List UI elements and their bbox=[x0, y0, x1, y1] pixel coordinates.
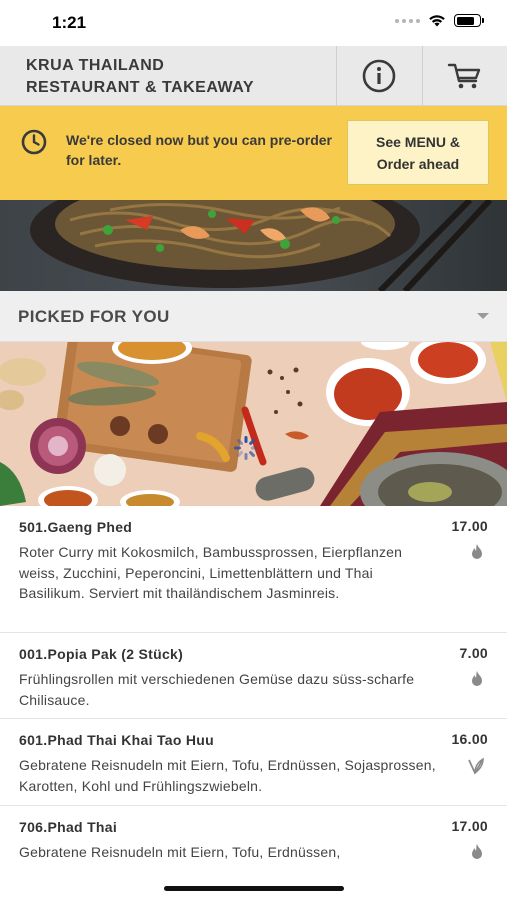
menu-item[interactable]: 501.Gaeng Phed 17.00 Roter Curry mit Kok… bbox=[0, 506, 507, 633]
status-icons bbox=[395, 14, 484, 27]
see-menu-order-ahead-button[interactable]: See MENU & Order ahead bbox=[347, 120, 489, 185]
restaurant-name-line2: RESTAURANT & TAKEAWAY bbox=[26, 79, 254, 96]
chili-flame-icon bbox=[472, 544, 482, 559]
menu-item-name: 001.Popia Pak (2 Stück) bbox=[19, 646, 184, 662]
menu-item[interactable]: 001.Popia Pak (2 Stück) 7.00 Frühlingsro… bbox=[0, 633, 507, 719]
menu-item-description: Frühlingsrollen mit verschiedenen Gemüse… bbox=[19, 671, 415, 708]
signal-dots-icon bbox=[395, 18, 420, 23]
order-button-line2: Order ahead bbox=[376, 155, 460, 172]
restaurant-name-line1: KRUA THAILAND bbox=[26, 57, 165, 74]
restaurant-name: KRUA THAILAND RESTAURANT & TAKEAWAY bbox=[26, 55, 254, 99]
closed-notice-text: We're closed now but you can pre-order f… bbox=[66, 132, 333, 168]
picked-for-you-header[interactable]: PICKED FOR YOU bbox=[0, 291, 507, 342]
status-time: 1:21 bbox=[52, 13, 87, 32]
status-bar: 1:21 bbox=[0, 0, 507, 46]
menu-item-description: Gebratene Reisnudeln mit Eiern, Tofu, Er… bbox=[19, 757, 436, 794]
menu-item-name: 501.Gaeng Phed bbox=[19, 519, 133, 535]
cart-button[interactable] bbox=[422, 46, 507, 106]
menu-item-description: Roter Curry mit Kokosmilch, Bambusspross… bbox=[19, 544, 403, 601]
battery-icon bbox=[454, 14, 484, 27]
chili-flame-icon bbox=[472, 844, 482, 859]
menu-item-price: 7.00 bbox=[459, 645, 488, 661]
chili-flame-icon bbox=[472, 671, 482, 686]
menu-item-description: Gebratene Reisnudeln mit Eiern, Tofu, Er… bbox=[19, 844, 341, 860]
restaurant-header: KRUA THAILAND RESTAURANT & TAKEAWAY bbox=[0, 46, 507, 106]
menu-item-name: 601.Phad Thai Khai Tao Huu bbox=[19, 732, 215, 748]
vegetarian-leaf-icon bbox=[468, 757, 484, 775]
info-button[interactable] bbox=[336, 46, 421, 106]
menu-item-price: 17.00 bbox=[451, 518, 488, 534]
menu-list: 501.Gaeng Phed 17.00 Roter Curry mit Kok… bbox=[0, 506, 507, 876]
menu-item[interactable]: 601.Phad Thai Khai Tao Huu 16.00 Gebrate… bbox=[0, 719, 507, 806]
info-icon bbox=[362, 59, 396, 93]
caret-down-icon bbox=[477, 313, 489, 319]
section-title: PICKED FOR YOU bbox=[18, 307, 170, 326]
menu-item[interactable]: 706.Phad Thai 17.00 Gebratene Reisnudeln… bbox=[0, 806, 507, 876]
menu-item-name: 706.Phad Thai bbox=[19, 819, 118, 835]
home-indicator[interactable] bbox=[164, 886, 344, 891]
spices-image bbox=[0, 342, 507, 506]
menu-item-price: 17.00 bbox=[451, 818, 488, 834]
menu-item-price: 16.00 bbox=[451, 731, 488, 747]
wifi-icon bbox=[429, 15, 445, 27]
hero-food-image bbox=[0, 200, 507, 291]
order-button-line1: See MENU & bbox=[375, 133, 461, 150]
closed-notice-banner: We're closed now but you can pre-order f… bbox=[0, 106, 507, 200]
clock-icon bbox=[21, 129, 47, 155]
cart-icon bbox=[447, 63, 481, 89]
